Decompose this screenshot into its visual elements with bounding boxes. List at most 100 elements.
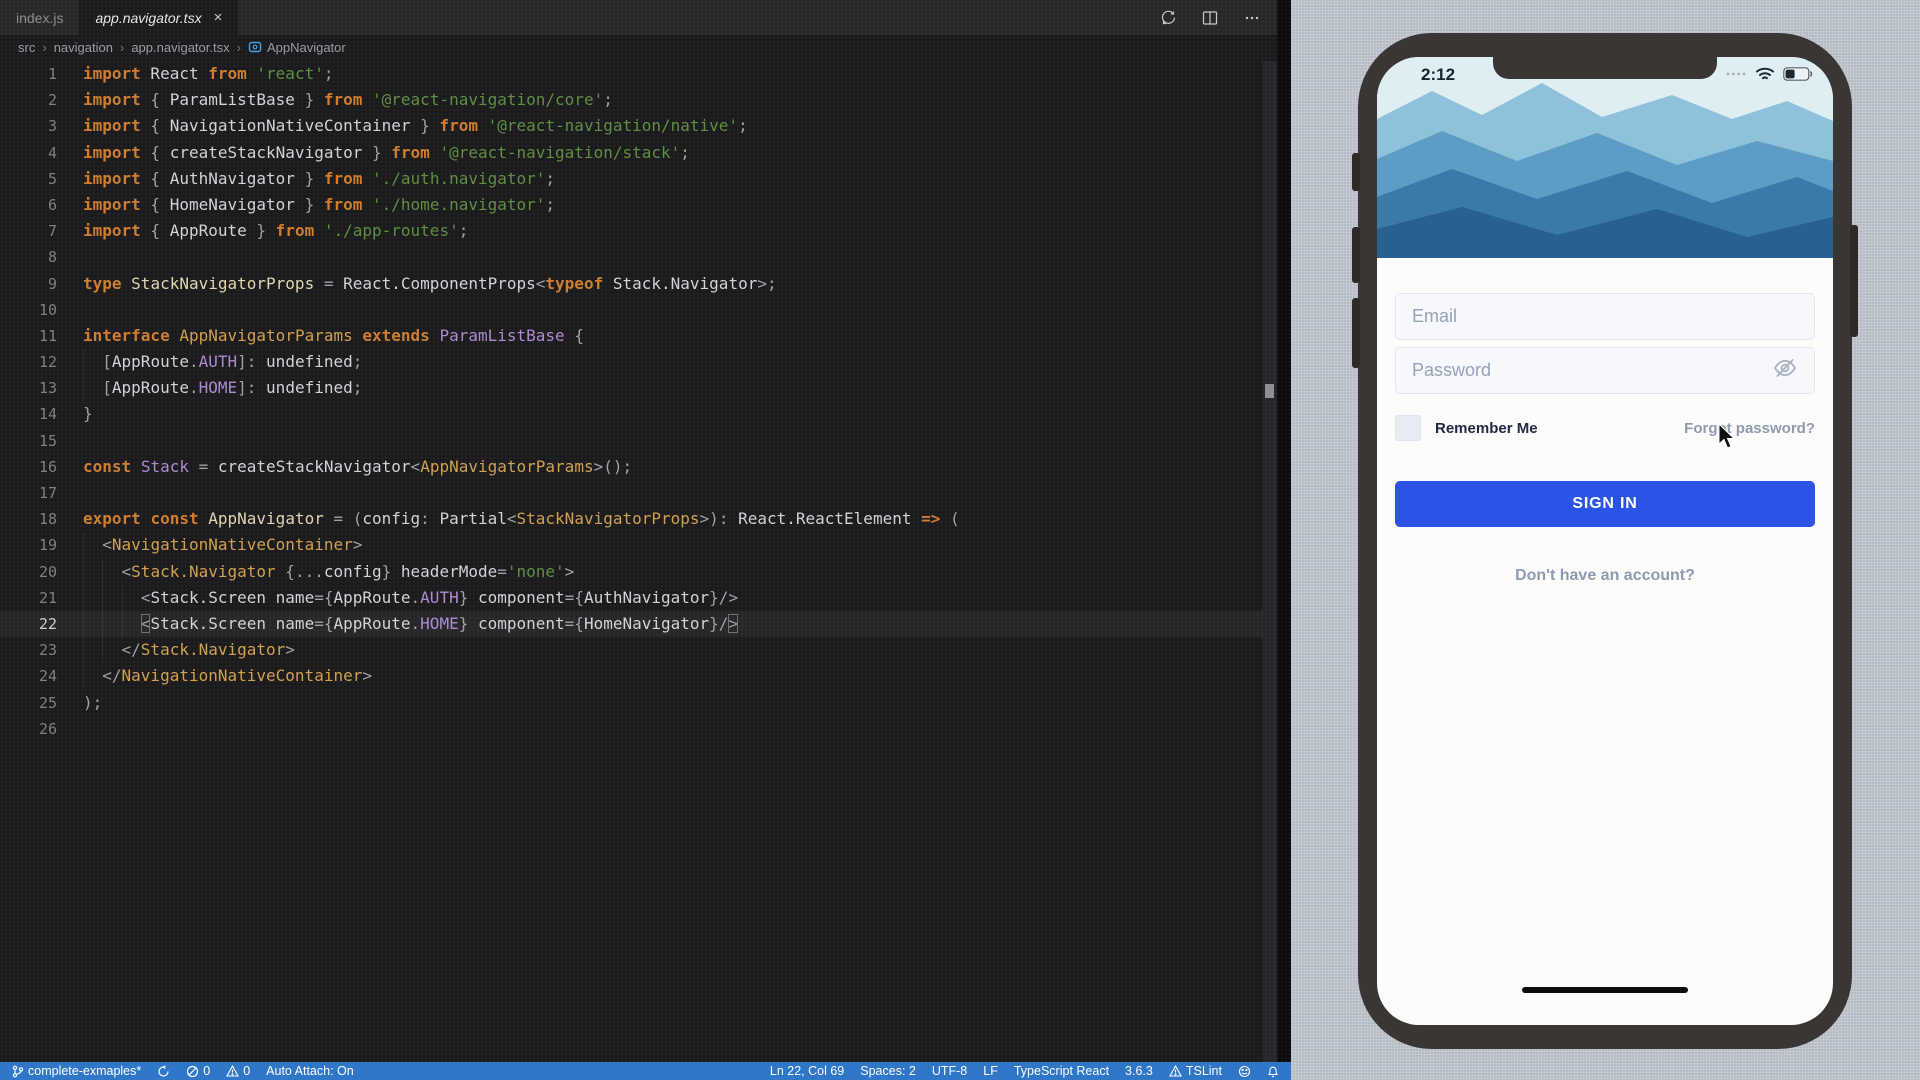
indentation[interactable]: Spaces: 2 bbox=[860, 1064, 916, 1078]
sync-status[interactable] bbox=[157, 1065, 170, 1078]
tslint-status[interactable]: TSLint bbox=[1169, 1064, 1222, 1078]
password-field[interactable]: Password bbox=[1395, 347, 1815, 394]
auto-attach-status[interactable]: Auto Attach: On bbox=[266, 1064, 354, 1078]
code-line[interactable]: 9type StackNavigatorProps = React.Compon… bbox=[0, 271, 1263, 297]
line-number: 1 bbox=[0, 61, 57, 87]
errors-count[interactable]: 0 bbox=[186, 1064, 210, 1078]
close-tab-icon[interactable]: × bbox=[214, 10, 223, 25]
code-line[interactable]: 20 <Stack.Navigator {...config} headerMo… bbox=[0, 559, 1263, 585]
code-line[interactable]: 22 <Stack.Screen name={AppRoute.HOME} co… bbox=[0, 611, 1263, 637]
code-line[interactable]: 21 <Stack.Screen name={AppRoute.AUTH} co… bbox=[0, 585, 1263, 611]
warning-icon bbox=[1169, 1065, 1182, 1077]
breadcrumb-item-navigation[interactable]: navigation bbox=[52, 40, 115, 55]
sync-icon[interactable] bbox=[1159, 9, 1177, 27]
code-line[interactable]: 23 </Stack.Navigator> bbox=[0, 637, 1263, 663]
code-line-content: import { ParamListBase } from '@react-na… bbox=[83, 87, 613, 113]
feedback-smiley[interactable] bbox=[1238, 1065, 1251, 1078]
tab-app-navigator-tsx[interactable]: app.navigator.tsx × bbox=[79, 0, 238, 35]
phone-screen: 2:12 Email Password Remember Me Forgot p… bbox=[1377, 57, 1833, 1025]
code-line[interactable]: 11 interface AppNavigatorParams extends P… bbox=[0, 323, 1263, 349]
breadcrumb-separator: › bbox=[232, 40, 246, 55]
dont-have-account-link[interactable]: Don't have an account? bbox=[1377, 567, 1833, 585]
code-line-content: [AppRoute.AUTH]: undefined; bbox=[83, 349, 362, 375]
line-number: 25 bbox=[0, 690, 57, 716]
code-line[interactable]: 26 bbox=[0, 716, 1263, 742]
code-line[interactable]: 13 [AppRoute.HOME]: undefined; bbox=[0, 375, 1263, 401]
vscode-editor-pane: index.js app.navigator.tsx × src › navig… bbox=[0, 0, 1291, 1080]
password-placeholder: Password bbox=[1412, 360, 1491, 381]
breadcrumb-separator: › bbox=[115, 40, 129, 55]
code-line[interactable]: 19 <NavigationNativeContainer> bbox=[0, 532, 1263, 558]
phone-clock: 2:12 bbox=[1421, 65, 1455, 85]
split-editor-icon[interactable] bbox=[1201, 9, 1219, 27]
language-mode[interactable]: TypeScript React bbox=[1014, 1064, 1109, 1078]
line-number: 21 bbox=[0, 585, 57, 611]
code-editor[interactable]: 1 import React from 'react';2import { Par… bbox=[0, 61, 1263, 1062]
code-line-content: <Stack.Screen name={AppRoute.AUTH} compo… bbox=[83, 585, 738, 611]
eol[interactable]: LF bbox=[983, 1064, 998, 1078]
notifications-bell[interactable] bbox=[1267, 1065, 1279, 1078]
code-line[interactable]: 1 import React from 'react'; bbox=[0, 61, 1263, 87]
code-line[interactable]: 6import { HomeNavigator } from './home.n… bbox=[0, 192, 1263, 218]
code-line[interactable]: 18export const AppNavigator = (config: P… bbox=[0, 506, 1263, 532]
line-number: 12 bbox=[0, 349, 57, 375]
email-field[interactable]: Email bbox=[1395, 293, 1815, 340]
overview-ruler[interactable] bbox=[1263, 61, 1277, 1062]
tab-label: index.js bbox=[16, 10, 63, 26]
code-line-content: import { NavigationNativeContainer } fro… bbox=[83, 113, 748, 139]
encoding[interactable]: UTF-8 bbox=[932, 1064, 967, 1078]
code-line[interactable]: 25); bbox=[0, 690, 1263, 716]
code-line[interactable]: 4import { createStackNavigator } from '@… bbox=[0, 140, 1263, 166]
code-line[interactable]: 7import { AppRoute } from './app-routes'… bbox=[0, 218, 1263, 244]
warnings-count[interactable]: 0 bbox=[226, 1064, 250, 1078]
code-line[interactable]: 15 bbox=[0, 428, 1263, 454]
code-line-content: import React from 'react'; bbox=[83, 61, 333, 87]
remember-me-label: Remember Me bbox=[1435, 420, 1538, 437]
git-branch-icon bbox=[12, 1065, 24, 1078]
line-number: 6 bbox=[0, 192, 57, 218]
code-line[interactable]: 2import { ParamListBase } from '@react-n… bbox=[0, 87, 1263, 113]
code-line[interactable]: 12 [AppRoute.AUTH]: undefined; bbox=[0, 349, 1263, 375]
line-number: 19 bbox=[0, 532, 57, 558]
more-actions-icon[interactable] bbox=[1243, 9, 1261, 27]
editor-actions bbox=[1159, 0, 1261, 35]
sign-in-button[interactable]: SIGN IN bbox=[1395, 481, 1815, 527]
eye-off-icon[interactable] bbox=[1772, 355, 1798, 386]
breadcrumb-item-symbol[interactable]: AppNavigator bbox=[246, 40, 348, 55]
code-line[interactable]: 14} bbox=[0, 401, 1263, 427]
line-number: 23 bbox=[0, 637, 57, 663]
code-line-content: [AppRoute.HOME]: undefined; bbox=[83, 375, 362, 401]
code-line[interactable]: 16const Stack = createStackNavigator<App… bbox=[0, 454, 1263, 480]
code-line[interactable]: 10 bbox=[0, 297, 1263, 323]
status-bar-left: complete-exmaples* 0 0 Auto Attach: On bbox=[12, 1064, 354, 1078]
email-placeholder: Email bbox=[1412, 306, 1457, 327]
ts-version[interactable]: 3.6.3 bbox=[1125, 1064, 1153, 1078]
forgot-password-link[interactable]: Forgot password? bbox=[1684, 420, 1815, 437]
git-branch-status[interactable]: complete-exmaples* bbox=[12, 1064, 141, 1078]
mountains-image bbox=[1377, 57, 1833, 258]
code-line-content: <Stack.Navigator {...config} headerMode=… bbox=[83, 559, 574, 585]
code-line[interactable]: 24 </NavigationNativeContainer> bbox=[0, 663, 1263, 689]
battery-icon bbox=[1783, 67, 1813, 81]
code-line[interactable]: 17 bbox=[0, 480, 1263, 506]
home-indicator[interactable] bbox=[1522, 987, 1688, 993]
breadcrumb-item-src[interactable]: src bbox=[16, 40, 37, 55]
line-number: 20 bbox=[0, 559, 57, 585]
code-line[interactable]: 3import { NavigationNativeContainer } fr… bbox=[0, 113, 1263, 139]
volume-up-button bbox=[1352, 227, 1360, 283]
line-number: 9 bbox=[0, 271, 57, 297]
code-line[interactable]: 5import { AuthNavigator } from './auth.n… bbox=[0, 166, 1263, 192]
code-line[interactable]: 8 bbox=[0, 244, 1263, 270]
line-number: 16 bbox=[0, 454, 57, 480]
line-number: 4 bbox=[0, 140, 57, 166]
breadcrumb-item-file[interactable]: app.navigator.tsx bbox=[129, 40, 231, 55]
code-line-content: </NavigationNativeContainer> bbox=[83, 663, 372, 689]
code-line-content: interface AppNavigatorParams extends Par… bbox=[83, 323, 584, 349]
line-number: 11 bbox=[0, 323, 57, 349]
editor-right-edge bbox=[1277, 0, 1291, 1062]
cursor-position[interactable]: Ln 22, Col 69 bbox=[770, 1064, 844, 1078]
tab-label: app.navigator.tsx bbox=[95, 10, 201, 26]
tab-index-js[interactable]: index.js bbox=[0, 0, 79, 35]
remember-me-checkbox[interactable] bbox=[1395, 415, 1421, 441]
error-icon bbox=[186, 1065, 199, 1078]
